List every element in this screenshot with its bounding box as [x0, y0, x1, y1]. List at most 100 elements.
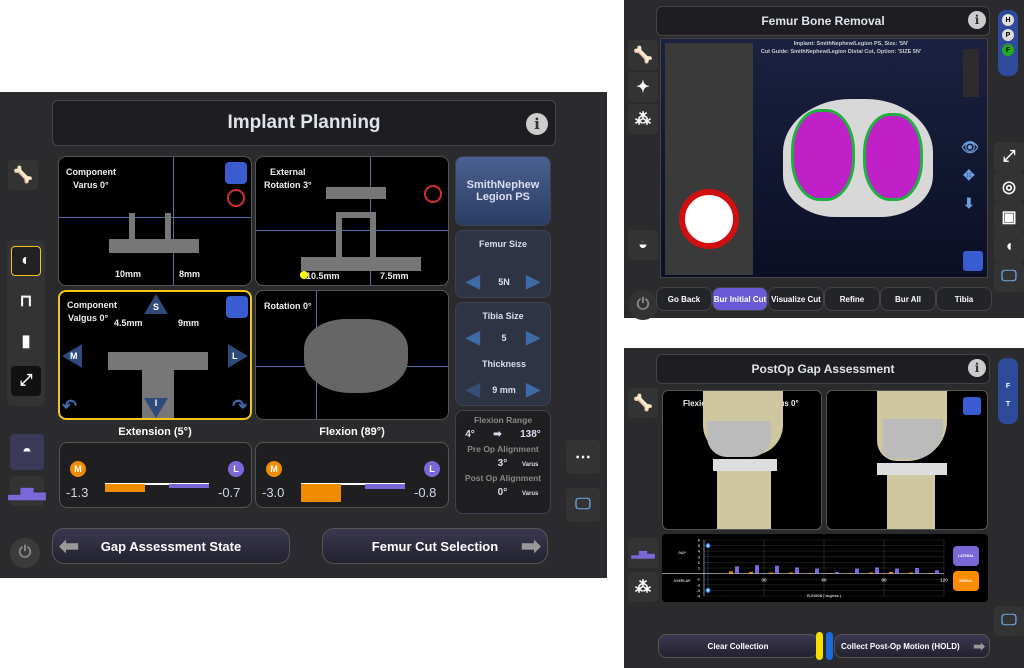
- lateral-resection: 7.5mm: [380, 271, 409, 281]
- view-down-icon[interactable]: ⬇: [963, 195, 975, 212]
- tab-p[interactable]: P: [1002, 29, 1014, 41]
- tracker-icon[interactable]: ⁂: [628, 104, 658, 134]
- tibia-button[interactable]: Tibia: [936, 287, 992, 311]
- bur-all-button[interactable]: Bur All: [880, 287, 936, 311]
- tab-t[interactable]: T: [1002, 398, 1014, 410]
- collect-post-op-motion-button[interactable]: Collect Post-Op Motion (HOLD) ➡: [834, 634, 990, 658]
- flexion-range-max: 138°: [520, 429, 541, 440]
- femur-size-increase[interactable]: ▶: [526, 271, 540, 292]
- lateral-bar: [735, 566, 739, 574]
- tool-icon[interactable]: ✦: [628, 72, 658, 102]
- more-options-button[interactable]: ⋯: [566, 440, 600, 474]
- page-title-bar: Implant Planning: [52, 100, 556, 146]
- bar-chart-icon[interactable]: ▂▅▃: [628, 538, 658, 568]
- axial-tibia-view[interactable]: Rotation 0°: [255, 290, 449, 420]
- camera-tracker-icon[interactable]: ▣: [994, 202, 1024, 232]
- flexion-range-min: 4°: [465, 429, 475, 440]
- tab-f[interactable]: F: [1002, 44, 1014, 56]
- tab-f[interactable]: F: [1002, 380, 1014, 392]
- info-icon[interactable]: i: [526, 113, 548, 135]
- medial-bar: [749, 571, 753, 574]
- clear-collection-button[interactable]: Clear Collection: [658, 634, 818, 658]
- reset-rotation-icon[interactable]: [227, 189, 245, 207]
- view-label: Component: [67, 300, 117, 310]
- lateral-bar: [815, 568, 819, 574]
- lateral-gap-value: -0.7: [218, 485, 241, 500]
- cube-view-icon[interactable]: [963, 251, 983, 271]
- legend-medial[interactable]: MEDIAL: [953, 571, 979, 591]
- knee-joint-icon[interactable]: ▮: [11, 326, 41, 356]
- lateral-gap-bar: [169, 484, 209, 489]
- frontal-knee-view[interactable]: Flexion 7° Varus 0°: [662, 390, 822, 530]
- back-button-label: Gap Assessment State: [100, 538, 242, 554]
- post-op-label: Post Op Alignment: [464, 473, 542, 483]
- axial-femur-view[interactable]: External Rotation 3° 10.5mm 7.5mm: [255, 156, 449, 286]
- tracker-icon[interactable]: ⁂: [628, 572, 658, 602]
- arrow-right-icon: ➡: [520, 532, 541, 560]
- pre-op-value: 3°: [497, 458, 508, 469]
- implant-select-button[interactable]: SmithNephew Legion PS: [455, 156, 551, 226]
- info-icon[interactable]: i: [968, 359, 986, 377]
- reset-rotation-icon[interactable]: [424, 185, 442, 203]
- medial-button[interactable]: M: [62, 344, 82, 368]
- femur-bone-icon[interactable]: 🦴: [628, 40, 658, 70]
- thickness-label: Thickness: [481, 359, 527, 369]
- view-move-icon[interactable]: ✥: [963, 167, 975, 184]
- power-icon[interactable]: ⏻: [10, 538, 40, 568]
- tab-h[interactable]: H: [1002, 14, 1014, 26]
- gap-chart: 654321 -1-2-3-4 30 60 90 120 GAP OVERLAP FLEXION…: [662, 538, 948, 599]
- screenshot-icon[interactable]: 🖵: [566, 488, 600, 522]
- femur-bone-icon[interactable]: 🦴: [628, 388, 658, 418]
- y-tick-label: -4: [696, 594, 700, 599]
- medial-bar: [869, 572, 873, 574]
- color-wheel-icon[interactable]: ◎: [994, 172, 1024, 202]
- medial-gap-bar: [105, 484, 145, 492]
- tibia-size-increase[interactable]: ▶: [526, 327, 540, 348]
- probe-icon[interactable]: ◖: [994, 232, 1024, 262]
- superior-button[interactable]: S: [144, 294, 168, 314]
- screenshot-icon[interactable]: 🖵: [994, 262, 1024, 292]
- gap-assessment-state-button[interactable]: ⬅ Gap Assessment State: [52, 528, 290, 564]
- cube-view-icon[interactable]: [963, 397, 981, 415]
- y-tick-label: 5: [698, 543, 701, 548]
- rotate-right-icon[interactable]: ↷: [232, 396, 247, 417]
- coronal-tibia-view[interactable]: Component Valgus 0° 4.5mm 9mm S I M L ↶ …: [58, 290, 252, 420]
- pre-op-label: Pre Op Alignment: [467, 444, 539, 454]
- go-back-button[interactable]: Go Back: [656, 287, 712, 311]
- visualize-cut-button[interactable]: Visualize Cut: [768, 287, 824, 311]
- rotate-left-icon[interactable]: ↶: [62, 396, 77, 417]
- femur-bone-icon[interactable]: 🦴: [8, 160, 38, 190]
- lateral-bar: [875, 567, 879, 574]
- thickness-increase[interactable]: ▶: [526, 379, 540, 400]
- view-eye-icon[interactable]: 👁: [961, 139, 979, 156]
- x-tick-label: 60: [821, 578, 827, 583]
- lateral-resection: 8mm: [179, 269, 201, 279]
- footprint-left-icon: [816, 632, 823, 660]
- lateral-bar: [795, 567, 799, 574]
- legend-lateral[interactable]: LATERAL: [953, 546, 979, 566]
- lateral-knee-view[interactable]: [826, 390, 988, 530]
- power-icon[interactable]: ⏻: [628, 290, 658, 320]
- coronal-femur-view[interactable]: Component Varus 0° 10mm 8mm: [58, 156, 252, 286]
- lateral-button[interactable]: L: [228, 344, 248, 368]
- viewport-3d[interactable]: Implant: SmithNephew/Legion PS, Size: '5…: [660, 38, 988, 278]
- knee-gap-icon[interactable]: ◓: [10, 434, 44, 470]
- zoom-fit-icon[interactable]: ⤢: [994, 142, 1024, 172]
- bur-icon[interactable]: ◒: [628, 230, 658, 260]
- cube-view-icon[interactable]: [226, 296, 248, 318]
- collect-button-label: Collect Post-Op Motion (HOLD): [841, 641, 960, 651]
- knee-view-icon[interactable]: ◐: [11, 246, 41, 276]
- cube-view-icon[interactable]: [225, 162, 247, 184]
- lateral-bar: [915, 568, 919, 574]
- caliper-icon[interactable]: ⊓: [11, 286, 41, 316]
- medial-bar: [729, 571, 733, 574]
- screenshot-icon[interactable]: 🖵: [994, 606, 1024, 636]
- view-toolbar: ◐ ⊓ ▮ ⤢: [7, 240, 45, 406]
- bar-chart-icon[interactable]: ▂▅▃: [9, 476, 45, 506]
- refine-button[interactable]: Refine: [824, 287, 880, 311]
- expand-icon[interactable]: ⤢: [11, 366, 41, 396]
- bur-initial-cut-button[interactable]: Bur Initial Cut: [712, 287, 768, 311]
- tibia-size-control: Tibia Size ◀ 5 ▶ Thickness ◀ 9 mm ▶: [455, 302, 551, 406]
- femur-cut-selection-button[interactable]: Femur Cut Selection ➡: [322, 528, 548, 564]
- info-icon[interactable]: i: [968, 11, 986, 29]
